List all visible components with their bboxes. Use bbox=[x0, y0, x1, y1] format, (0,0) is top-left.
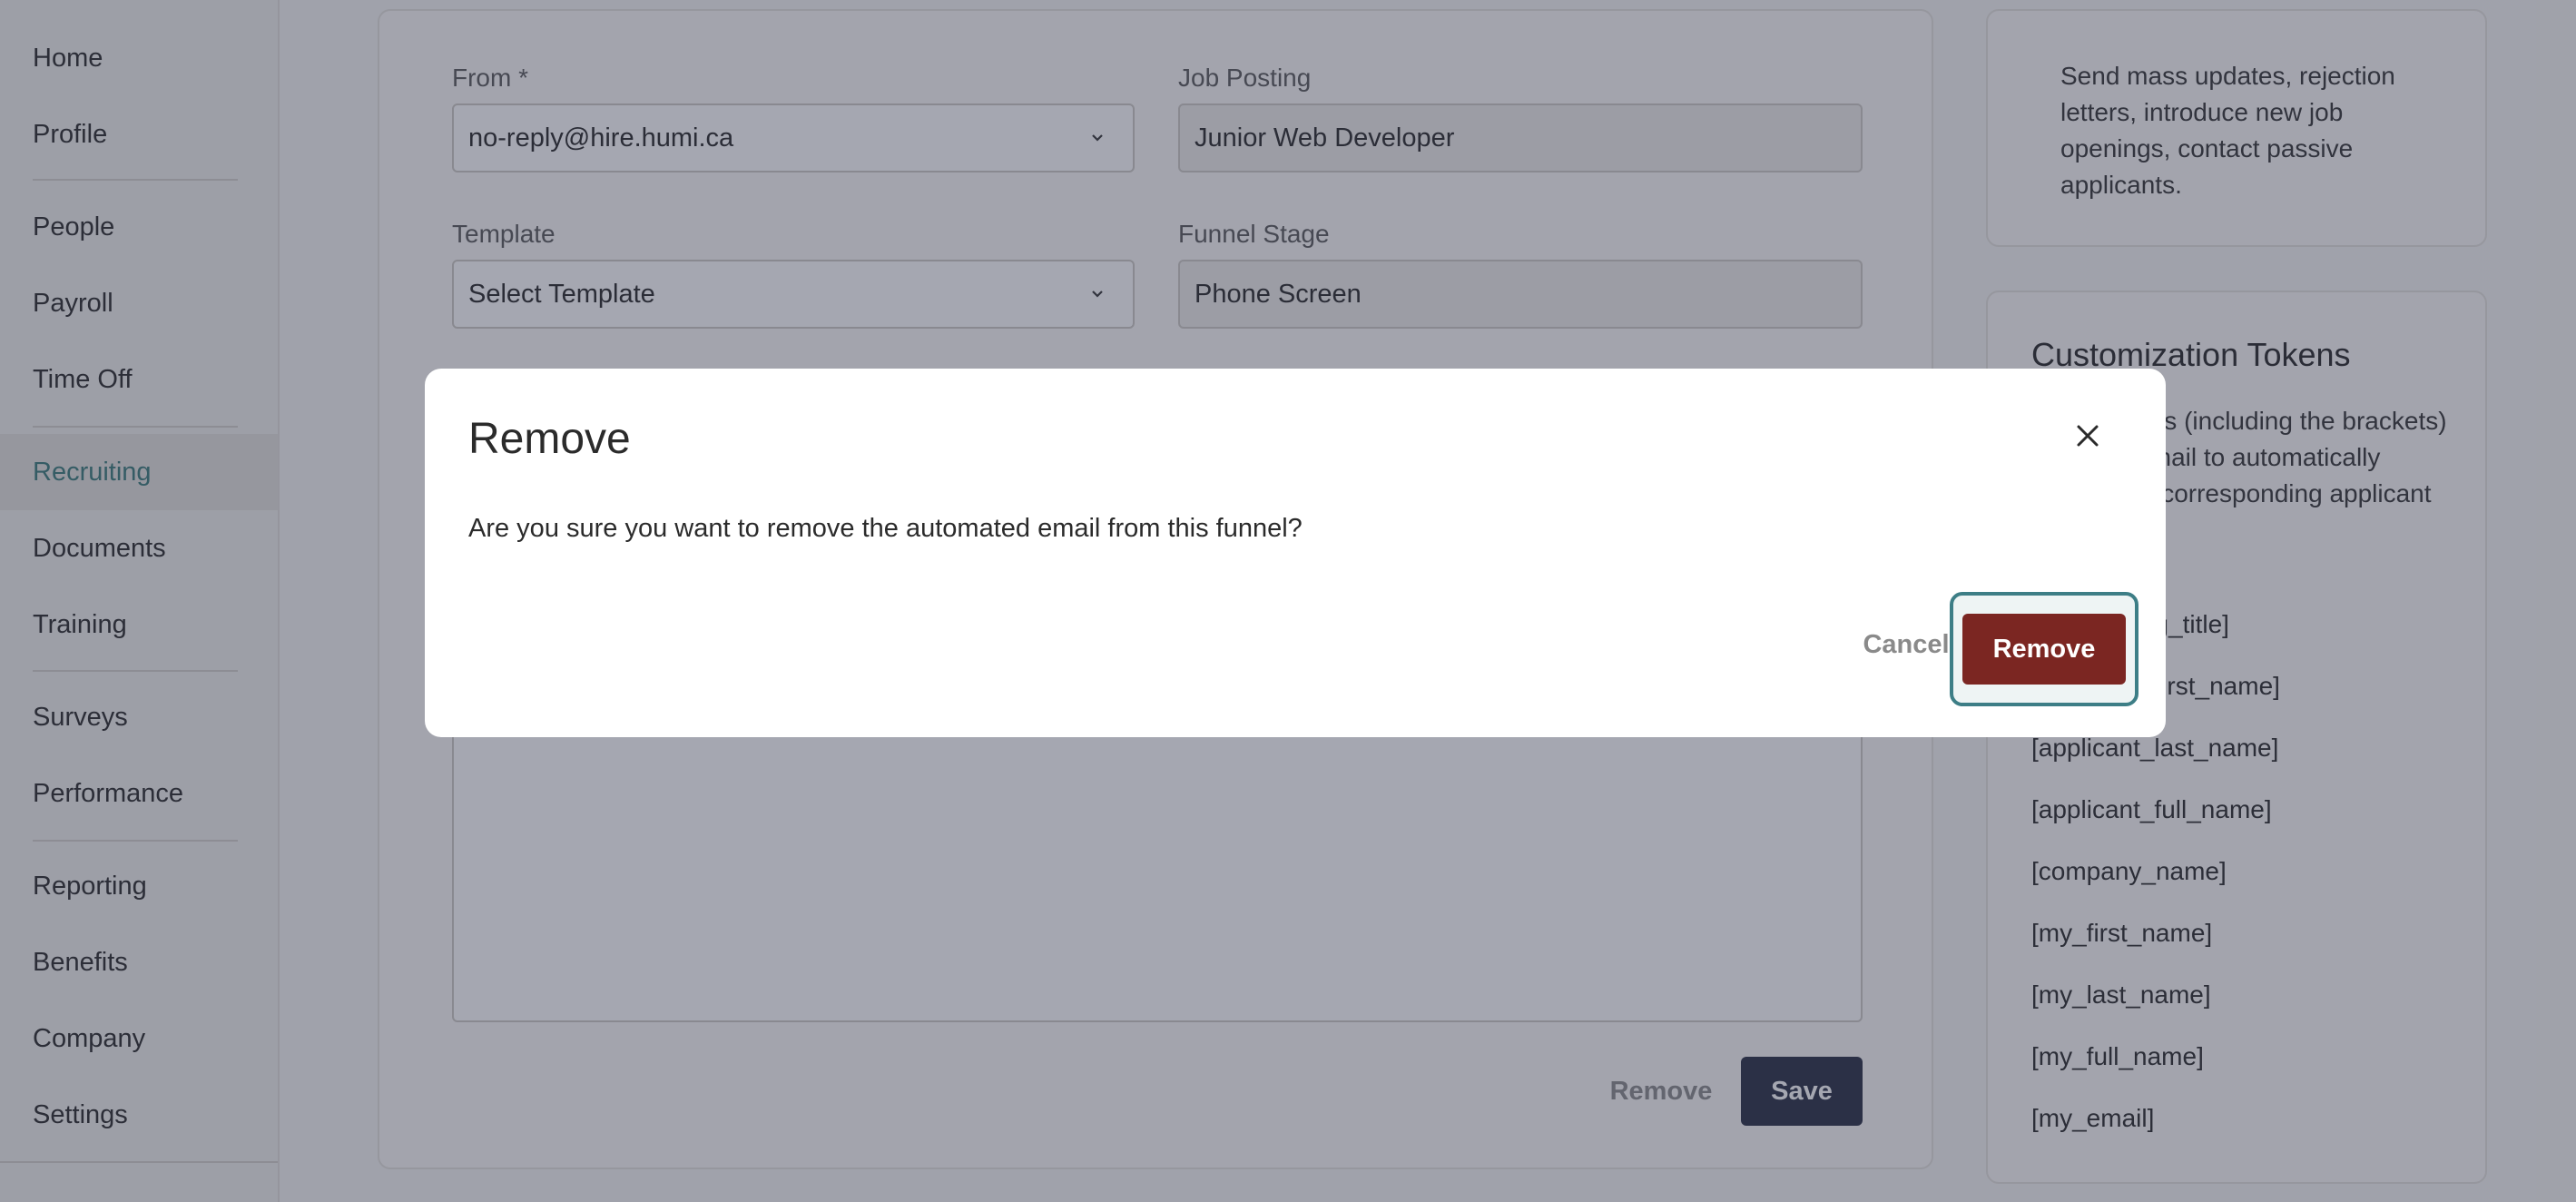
remove-button-focus-ring: Remove bbox=[1950, 592, 2138, 706]
dialog-message: Are you sure you want to remove the auto… bbox=[468, 514, 1303, 543]
close-button[interactable] bbox=[2068, 416, 2108, 456]
close-icon bbox=[2077, 425, 2099, 447]
dialog-title: Remove bbox=[468, 415, 631, 463]
confirm-remove-button[interactable]: Remove bbox=[1962, 614, 2126, 685]
remove-confirm-dialog: Remove Are you sure you want to remove t… bbox=[425, 369, 2166, 737]
